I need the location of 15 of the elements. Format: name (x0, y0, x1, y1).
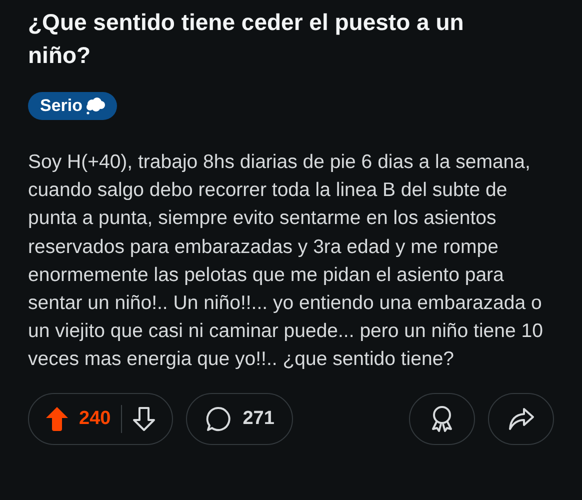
downvote-arrow-icon (132, 406, 156, 432)
award-icon (430, 404, 454, 433)
post-title: ¿Que sentido tiene ceder el puesto a un niño? (28, 8, 465, 70)
comments-button[interactable]: 271 (186, 392, 294, 445)
flair-tag: Serio (28, 92, 117, 120)
vote-score: 240 (79, 408, 111, 430)
upvote-arrow-icon (45, 406, 69, 432)
award-button[interactable] (409, 392, 475, 445)
downvote-button[interactable] (132, 406, 156, 432)
upvote-button[interactable] (45, 406, 69, 432)
share-arrow-icon (507, 406, 535, 431)
speech-bubble-icon (204, 406, 231, 432)
post-body: Soy H(+40), trabajo 8hs diarias de pie 6 dias a la semana, cuando salgo debo recorrer toda la linea B del subte de punta a punta, siempre evito sentarme en los asientos reservados para embarazadas y 3ra edad y me rompe enormemente las pelotas que me pidan el asiento para sentar un niño!.. Un niño!!... yo entiendo una embarazada o un viejito que casi ni caminar puede... pero un niño tiene 10 veces mas energia que yo!!.. ¿que sentido tiene? (28, 150, 544, 372)
thought-bubble-icon (84, 97, 107, 115)
share-button[interactable] (488, 392, 554, 445)
